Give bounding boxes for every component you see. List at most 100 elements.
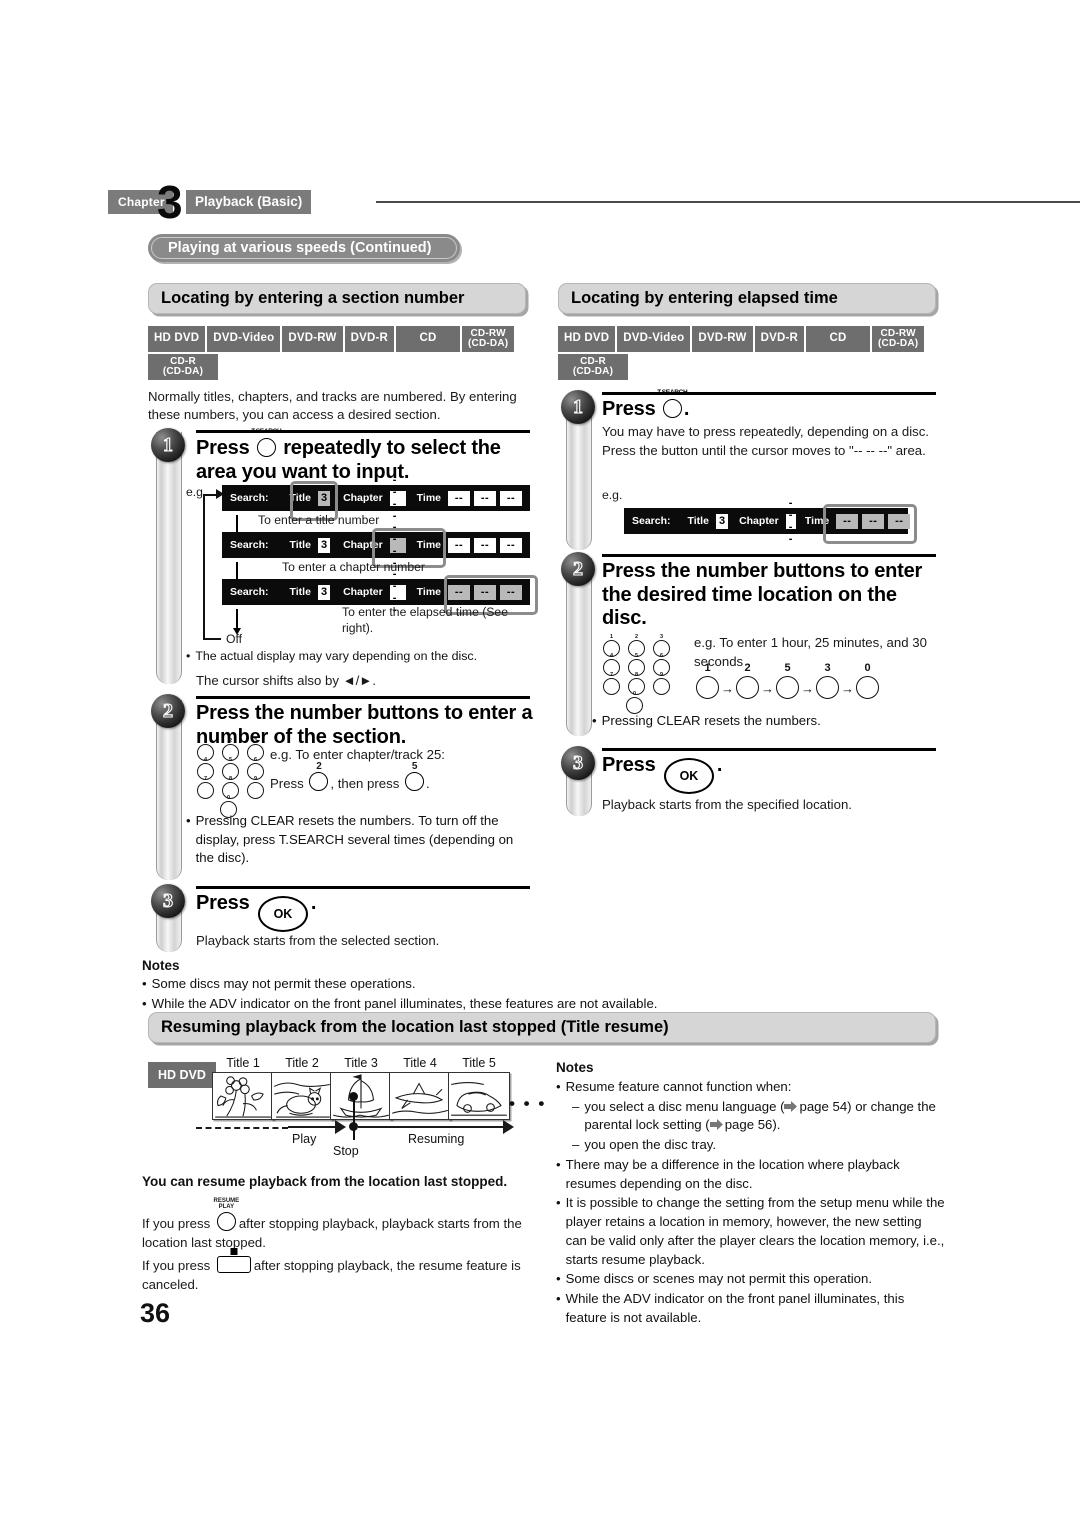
tsearch-caption: T.SEARCH [251, 428, 282, 435]
step1r-period: . [683, 398, 690, 420]
num-button-9[interactable]: 9 [653, 672, 670, 695]
stop-square-icon [230, 1248, 238, 1255]
title-2-caption: Title 2 [285, 1056, 319, 1070]
seq-arrow-icon: → [801, 681, 814, 696]
bullet-dot: • [142, 995, 147, 1011]
osd-row-2: Search: Title 3 Chapter - - - - Time -- … [222, 521, 530, 569]
step2-example-right: e.g. To enter 1 hour, 25 minutes, and 30… [694, 635, 927, 669]
timeline-stop-label: Stop [333, 1144, 359, 1158]
seq-key-3-label: 5 [784, 662, 791, 674]
osd3-time-s: -- [500, 584, 522, 600]
osd3-time-label: Time [416, 586, 441, 598]
title-1-caption: Title 1 [226, 1056, 260, 1070]
disc-badges-right-row2: CD-R (CD-DA) [558, 354, 628, 380]
flowers-icon [212, 1072, 274, 1120]
notes-list-resume: • Resume feature cannot function when: –… [556, 1078, 946, 1329]
osd1-title-value: 3 [317, 490, 331, 506]
note-subitem: you select a disc menu language (page 54… [584, 1098, 946, 1135]
key-sequence-right: 1 → 2 → 5 → 3 → 0 [696, 662, 879, 699]
chapter-title: Playback (Basic) [186, 190, 312, 214]
page-ref-56: page 56 [724, 1117, 773, 1133]
num-button-7[interactable]: 7 [197, 776, 214, 799]
seq-key-3[interactable]: 5 [776, 662, 799, 699]
heading-resume-playback: Resuming playback from the location last… [148, 1012, 936, 1043]
left-intro-text: Normally titles, chapters, and tracks ar… [148, 389, 517, 423]
ok-button-icon[interactable]: OK [257, 896, 308, 933]
step2-press-line-left: Press 2 , then press 5 . [270, 761, 532, 794]
osd1-time-s: -- [500, 490, 522, 506]
osd1-search-label: Search: [230, 492, 269, 504]
tsearch-button-icon[interactable]: T.SEARCH [657, 389, 688, 418]
osd3-time-group: -- -- -- [448, 584, 522, 600]
badge-dvd-r: DVD-R [344, 326, 394, 352]
step2-note-text: Pressing CLEAR resets the numbers. To tu… [195, 813, 514, 866]
badge-hd-dvd: HD DVD [148, 326, 206, 352]
title-cell-3: Title 3 [330, 1056, 392, 1120]
ok-button-icon[interactable]: OK [663, 758, 714, 795]
number-pad-left[interactable]: 1 2 3 4 5 6 7 8 9 0 [197, 738, 264, 820]
step1-title-left: Press T.SEARCH repeatedly to select the … [196, 428, 532, 484]
num-key-first-icon[interactable]: 2 [309, 761, 329, 791]
resume-caption-line1: RESUME [213, 1198, 240, 1204]
osd-loop-rail [203, 495, 205, 640]
cat-icon [271, 1072, 333, 1120]
osd3-chapter-label: Chapter [343, 586, 383, 598]
seq-key-4[interactable]: 3 [816, 662, 839, 699]
seq-key-2-label: 2 [744, 662, 751, 674]
chapter-header: Chapter 3 Playback (Basic) [108, 179, 1080, 225]
bullet-dot: • [186, 813, 191, 828]
badge-hd-dvd: HD DVD [558, 326, 616, 352]
osd1-time-m: -- [474, 490, 496, 506]
seq-key-2[interactable]: 2 [736, 662, 759, 699]
step3-rule-right [602, 748, 936, 751]
step-marker-3-right: 3 [561, 746, 595, 780]
seq-key-5[interactable]: 0 [856, 662, 879, 699]
dash-marker: – [572, 1098, 580, 1114]
heading-text: Locating by entering a section number [161, 289, 465, 307]
stop-button-icon[interactable] [216, 1248, 251, 1273]
ok-button-label: OK [273, 907, 293, 921]
bullet-dot: • [556, 1271, 561, 1287]
tsearch-button-icon[interactable]: T.SEARCH [251, 428, 282, 457]
bullet-dot: • [592, 713, 597, 728]
num-key-second-icon[interactable]: 5 [404, 761, 424, 791]
num-button-7[interactable]: 7 [603, 672, 620, 695]
num-button-9[interactable]: 9 [247, 776, 264, 799]
step2-note-right: • Pressing CLEAR resets the numbers. [592, 712, 936, 732]
airplane-icon [389, 1072, 451, 1120]
number-pad-right[interactable]: 1 2 3 4 5 6 7 8 9 0 [603, 634, 670, 716]
osd2-chapter-value: - - - - [389, 521, 406, 569]
eg-label-right: e.g. [602, 488, 623, 502]
title-5-caption: Title 5 [462, 1056, 496, 1070]
num-button-8[interactable]: 8 [628, 672, 645, 695]
titles-ellipsis: • • • [509, 1094, 547, 1113]
osdr-time-m: -- [862, 513, 885, 529]
num-button-8[interactable]: 8 [222, 776, 239, 799]
badge-cd-r: CD-R (CD-DA) [558, 354, 628, 380]
seq-key-5-label: 0 [864, 662, 871, 674]
badge-cd: CD [396, 326, 460, 352]
num-key-second-label: 5 [411, 761, 418, 772]
resume-play-button-icon[interactable]: RESUME PLAY [214, 1198, 239, 1231]
badge-cd-r-line2: (CD-DA) [162, 366, 204, 377]
seq-arrow-icon: → [721, 681, 734, 696]
resume-body-1-before: If you press [142, 1216, 211, 1231]
osdr-time-h: -- [836, 513, 859, 529]
bullet-dot: • [186, 649, 191, 663]
badge-cd-rw-line2: (CD-DA) [878, 338, 919, 349]
note-subitem: you open the disc tray. [584, 1137, 717, 1153]
badge-dvd-video: DVD-Video [207, 326, 281, 352]
note-sub-text-c: ). [772, 1117, 781, 1133]
step1-title-right: Press T.SEARCH . [602, 389, 690, 422]
badge-dvd-rw: DVD-RW [282, 326, 343, 352]
seq-key-1[interactable]: 1 [696, 662, 719, 699]
badge-dvd-video: DVD-Video [617, 326, 691, 352]
osdr-title-value: 3 [715, 513, 729, 529]
resume-body-2-before: If you press [142, 1258, 211, 1273]
timeline-play-label: Play [292, 1132, 317, 1146]
step3r-press-word: Press [602, 754, 656, 776]
osd-row-right: Search: Title 3 Chapter - - - - Time -- … [624, 497, 911, 545]
osd-row-1: Search: Title 3 Chapter - - - - Time -- … [222, 474, 530, 522]
osd-loop-top [203, 494, 217, 496]
osd2-time-label: Time [416, 539, 441, 551]
